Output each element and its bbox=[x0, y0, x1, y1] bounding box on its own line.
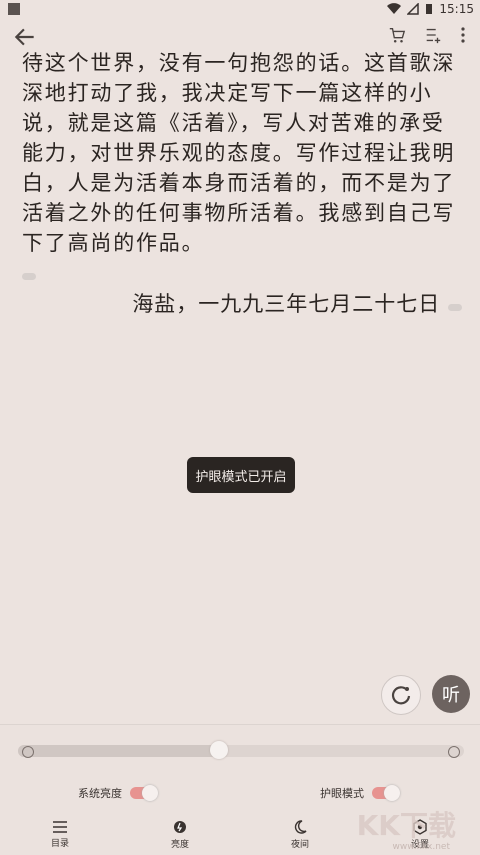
nav-catalog[interactable]: 目录 bbox=[20, 820, 100, 849]
brightness-icon bbox=[174, 820, 186, 833]
brightness-high-icon bbox=[448, 746, 460, 758]
eye-protection-switch[interactable] bbox=[372, 785, 400, 801]
watermark-logo: KK下载 bbox=[356, 809, 456, 842]
system-brightness-switch[interactable] bbox=[130, 785, 158, 801]
nav-night-label: 夜间 bbox=[290, 839, 309, 850]
moon-icon bbox=[294, 819, 307, 834]
chapter-text: 待这个世界，没有一句抱怨的话。这首歌深深地打动了我，我决定写下一篇这样的小说，就… bbox=[22, 51, 456, 255]
nav-brightness[interactable]: 亮度 bbox=[140, 819, 220, 850]
status-time: 15:15 bbox=[439, 2, 474, 16]
eye-protection-row: 护眼模式 bbox=[320, 785, 400, 801]
system-brightness-label: 系统亮度 bbox=[78, 787, 122, 800]
signature-text: 海盐，一九九三年七月二十七日 bbox=[132, 292, 441, 316]
system-brightness-row: 系统亮度 bbox=[78, 785, 158, 801]
slider-thumb[interactable] bbox=[209, 741, 228, 759]
brightness-low-icon bbox=[22, 746, 34, 758]
cart-icon[interactable] bbox=[388, 26, 406, 44]
list-icon bbox=[53, 820, 67, 833]
reader-content: 待这个世界，没有一句抱怨的话。这首歌深深地打动了我，我决定写下一篇这样的小说，就… bbox=[22, 48, 466, 288]
slider-fill bbox=[18, 745, 219, 757]
more-icon[interactable] bbox=[460, 26, 466, 44]
signature-line: 海盐，一九九三年七月二十七日 bbox=[132, 288, 462, 318]
auto-rotate-button[interactable] bbox=[381, 675, 421, 715]
toast-message: 护眼模式已开启 bbox=[187, 457, 295, 493]
paragraph-comment-icon[interactable] bbox=[22, 273, 36, 280]
status-bar: 15:15 bbox=[0, 0, 480, 18]
paragraph-comment-icon[interactable] bbox=[448, 304, 462, 311]
add-bookshelf-icon[interactable] bbox=[424, 26, 442, 44]
listen-button[interactable]: 听 bbox=[432, 675, 470, 713]
nav-brightness-label: 亮度 bbox=[170, 839, 189, 850]
signal-icon bbox=[407, 3, 420, 15]
watermark-url: www.kkx.net bbox=[392, 842, 451, 852]
back-arrow-icon[interactable] bbox=[12, 24, 38, 50]
notification-icon bbox=[8, 3, 20, 15]
brightness-slider[interactable] bbox=[18, 741, 464, 759]
battery-icon bbox=[426, 4, 433, 14]
wifi-icon bbox=[387, 3, 402, 15]
refresh-icon bbox=[391, 686, 411, 705]
nav-catalog-label: 目录 bbox=[50, 838, 69, 849]
nav-night[interactable]: 夜间 bbox=[260, 819, 340, 850]
eye-protection-label: 护眼模式 bbox=[320, 787, 364, 800]
